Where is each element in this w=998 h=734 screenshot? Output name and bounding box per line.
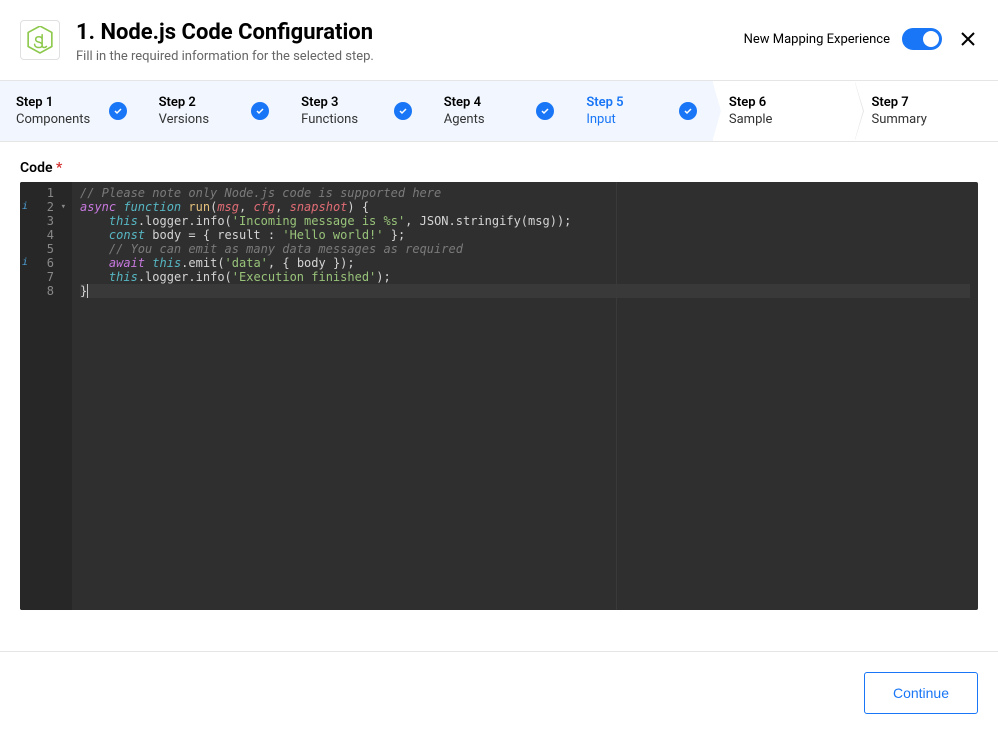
page-title: 1. Node.js Code Configuration — [76, 20, 744, 45]
step-number: Step 4 — [444, 95, 485, 110]
check-icon — [536, 102, 554, 120]
code-line[interactable]: async function run(msg, cfg, snapshot) { — [80, 200, 970, 214]
page-subtitle: Fill in the required information for the… — [76, 49, 744, 64]
header-text: 1. Node.js Code Configuration Fill in th… — [76, 20, 744, 64]
header: 1. Node.js Code Configuration Fill in th… — [0, 0, 998, 81]
step-name: Summary — [871, 112, 926, 127]
step-number: Step 5 — [586, 95, 623, 110]
code-label-text: Code — [20, 160, 53, 176]
step-name: Sample — [729, 112, 773, 127]
step-sample[interactable]: Step 6 Sample — [713, 81, 856, 141]
code-editor[interactable]: 1i2▾345i678 // Please note only Node.js … — [20, 182, 978, 610]
step-name: Versions — [159, 112, 209, 127]
step-name: Input — [586, 112, 623, 127]
step-name: Agents — [444, 112, 485, 127]
step-number: Step 6 — [729, 95, 773, 110]
code-field-label: Code * — [20, 160, 978, 176]
content-area: Code * 1i2▾345i678 // Please note only N… — [0, 142, 998, 628]
gutter-line: 5 — [20, 242, 72, 256]
code-line[interactable]: this.logger.info('Execution finished'); — [80, 270, 970, 284]
gutter-line: 8 — [20, 284, 72, 298]
nodejs-logo — [20, 20, 60, 60]
gutter-line: 4 — [20, 228, 72, 242]
code-line[interactable]: this.logger.info('Incoming message is %s… — [80, 214, 970, 228]
editor-gutter: 1i2▾345i678 — [20, 182, 72, 610]
step-components[interactable]: Step 1 Components — [0, 81, 143, 141]
step-summary[interactable]: Step 7 Summary — [855, 81, 998, 141]
check-icon — [109, 102, 127, 120]
nodejs-icon — [27, 26, 53, 54]
step-name: Components — [16, 112, 90, 127]
step-input[interactable]: Step 5 Input — [570, 81, 713, 141]
editor-code[interactable]: // Please note only Node.js code is supp… — [72, 182, 978, 610]
check-icon — [679, 102, 697, 120]
code-line[interactable]: const body = { result : 'Hello world!' }… — [80, 228, 970, 242]
step-navigation: Step 1 Components Step 2 Versions Step 3 Func… — [0, 81, 998, 142]
gutter-line: 3 — [20, 214, 72, 228]
step-number: Step 7 — [871, 95, 926, 110]
continue-button[interactable]: Continue — [864, 672, 978, 714]
code-line[interactable]: // You can emit as many data messages as… — [80, 242, 970, 256]
step-name: Functions — [301, 112, 358, 127]
required-indicator: * — [56, 160, 62, 176]
step-number: Step 2 — [159, 95, 209, 110]
code-line[interactable]: // Please note only Node.js code is supp… — [80, 186, 970, 200]
gutter-line: i2▾ — [20, 200, 72, 214]
close-button[interactable] — [958, 29, 978, 49]
step-versions[interactable]: Step 2 Versions — [143, 81, 286, 141]
step-agents[interactable]: Step 4 Agents — [428, 81, 571, 141]
step-number: Step 1 — [16, 95, 90, 110]
step-number: Step 3 — [301, 95, 358, 110]
close-icon — [960, 31, 976, 47]
code-line[interactable]: await this.emit('data', { body }); — [80, 256, 970, 270]
footer: Continue — [0, 651, 998, 734]
check-icon — [251, 102, 269, 120]
check-icon — [394, 102, 412, 120]
mapping-toggle-label: New Mapping Experience — [744, 32, 890, 47]
gutter-line: i6 — [20, 256, 72, 270]
editor-ruler — [616, 182, 617, 610]
mapping-toggle[interactable] — [902, 28, 942, 50]
gutter-line: 7 — [20, 270, 72, 284]
code-line[interactable]: } — [80, 284, 970, 298]
header-right: New Mapping Experience — [744, 28, 978, 50]
gutter-line: 1 — [20, 186, 72, 200]
step-functions[interactable]: Step 3 Functions — [285, 81, 428, 141]
